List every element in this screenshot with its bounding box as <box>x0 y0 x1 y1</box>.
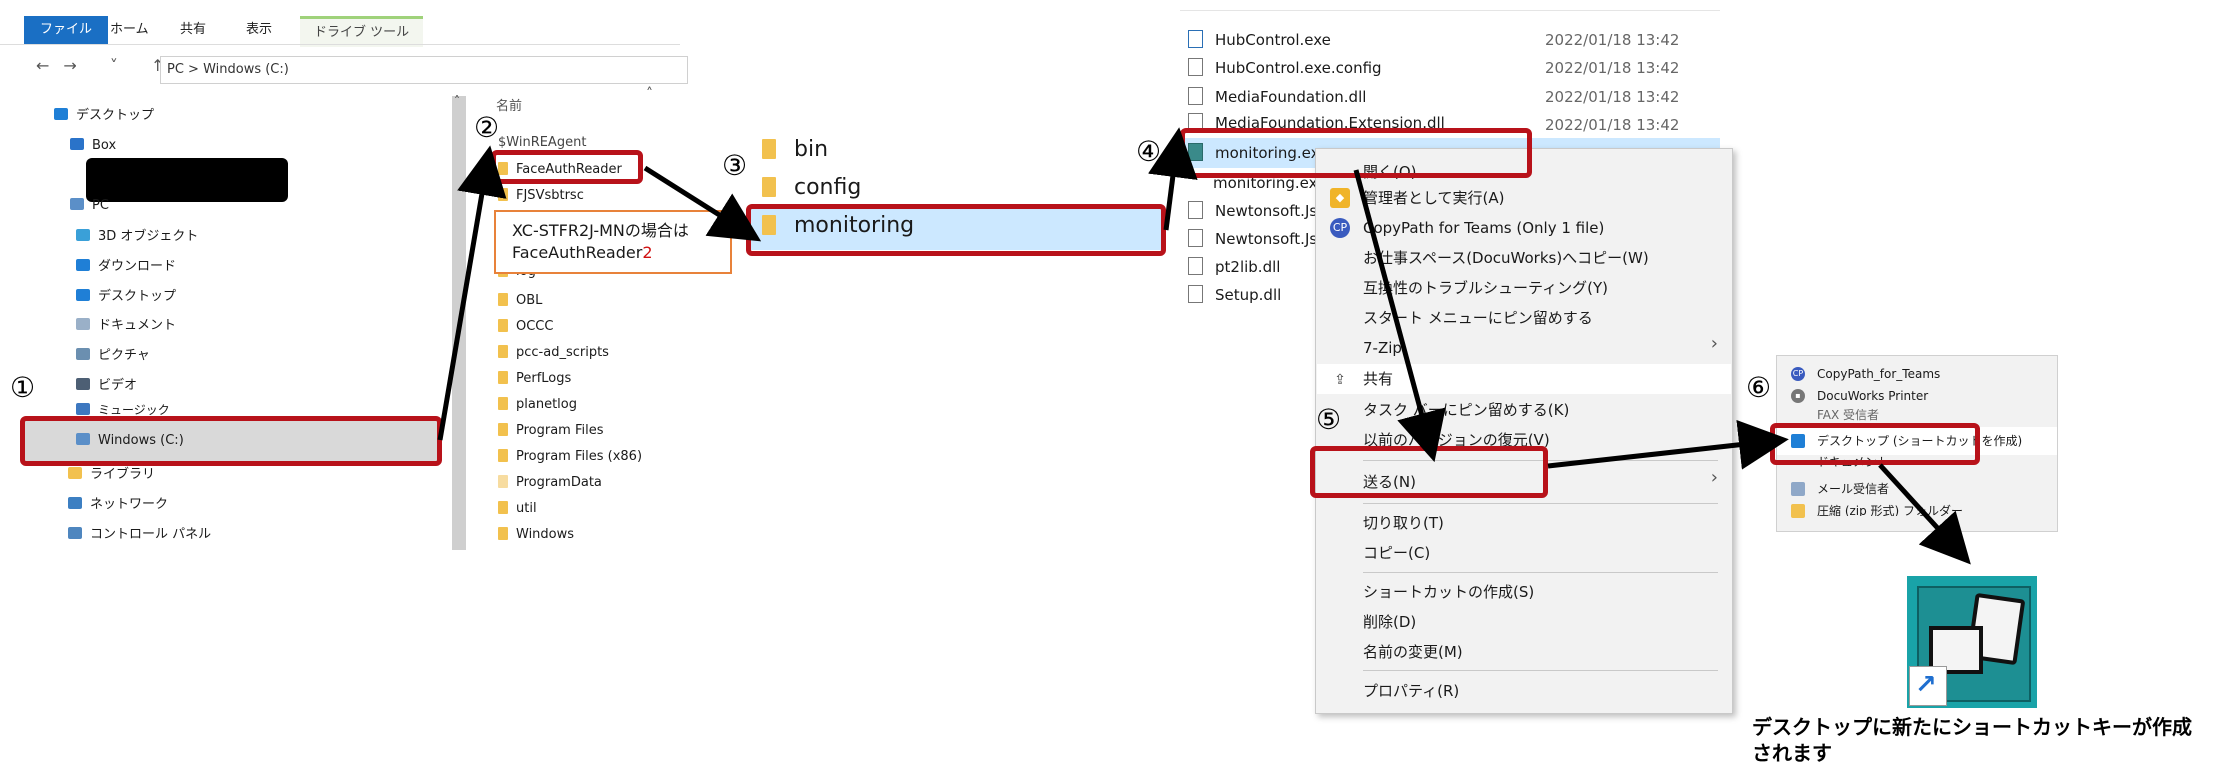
arrow-step4-to-5 <box>1353 169 1446 463</box>
flow-arrows <box>437 127 1971 565</box>
arrow-step6-to-result <box>1878 463 1971 565</box>
monitoring-shortcut-icon[interactable]: ↗ <box>1907 576 2037 708</box>
shortcut-arrow-icon: ↗ <box>1915 670 1937 700</box>
arrow-step1-to-2 <box>437 145 507 441</box>
arrow-step2-to-3 <box>643 165 762 242</box>
result-caption: デスクトップに新たにショートカットキーが作成されます <box>1752 715 2192 765</box>
arrow-step3-to-4 <box>1148 127 1198 231</box>
arrow-step5-to-6 <box>1547 419 1789 470</box>
